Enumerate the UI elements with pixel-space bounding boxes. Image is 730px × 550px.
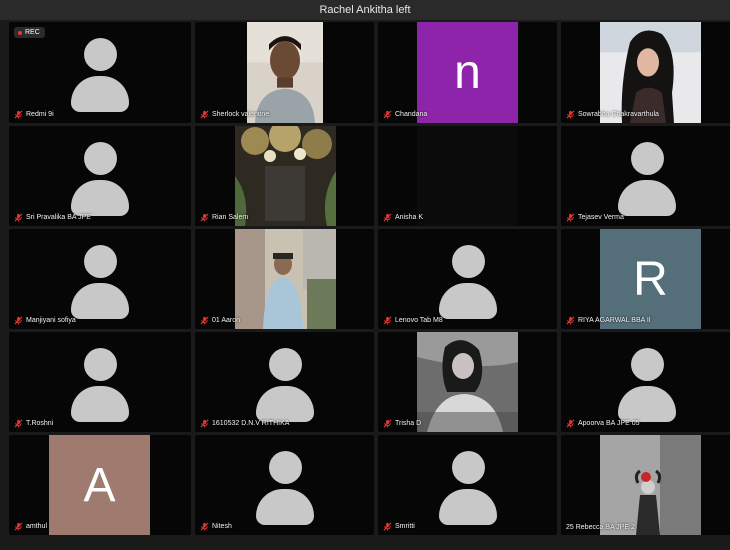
mic-muted-icon xyxy=(14,316,23,325)
video-feed xyxy=(417,332,518,432)
video-feed xyxy=(600,435,701,535)
default-avatar-icon xyxy=(436,237,500,319)
recording-indicator: REC xyxy=(14,27,45,38)
default-avatar-icon xyxy=(68,237,132,319)
video-feed xyxy=(235,229,336,329)
mic-muted-icon xyxy=(383,110,392,119)
participant-name: Sherlock valentine xyxy=(200,110,269,119)
initial-avatar: n xyxy=(417,22,518,123)
participant-name: Tejasev Verma xyxy=(566,213,624,222)
mic-muted-icon xyxy=(383,522,392,531)
participant-tile[interactable]: Sowrabha Chakravarthula xyxy=(561,22,730,123)
participant-tile[interactable]: Anisha K xyxy=(378,126,557,226)
participant-name: Sowrabha Chakravarthula xyxy=(566,110,659,119)
participant-tile[interactable]: A amthul xyxy=(9,435,191,535)
video-feed xyxy=(247,22,323,123)
mic-muted-icon xyxy=(383,316,392,325)
default-avatar-icon xyxy=(253,340,317,422)
participant-grid: REC Redmi 9i Sherlock valentine n Chanda… xyxy=(9,22,730,540)
participant-tile[interactable]: Apoorva BA JPE 05 xyxy=(561,332,730,432)
rec-dot-icon xyxy=(18,30,22,35)
default-avatar-icon xyxy=(253,443,317,525)
participant-name: RIYA AGARWAL BBA II xyxy=(566,316,651,325)
participant-tile[interactable]: 01 Aaron xyxy=(195,229,374,329)
participant-tile[interactable]: Rian Salem xyxy=(195,126,374,226)
mic-muted-icon xyxy=(200,522,209,531)
participant-tile[interactable]: n Chandana xyxy=(378,22,557,123)
rec-label: REC xyxy=(25,29,40,36)
participant-name: Chandana xyxy=(383,110,427,119)
participant-name: Anisha K xyxy=(383,213,423,222)
mic-muted-icon xyxy=(566,316,575,325)
video-feed xyxy=(600,22,701,123)
participant-name: Nitesh xyxy=(200,522,232,531)
default-avatar-icon xyxy=(68,340,132,422)
participant-name: T.Roshni xyxy=(14,419,53,428)
mic-muted-icon xyxy=(200,419,209,428)
mic-muted-icon xyxy=(383,419,392,428)
default-avatar-icon xyxy=(436,443,500,525)
participant-name: 01 Aaron xyxy=(200,316,240,325)
participant-name: Trisha D xyxy=(383,419,421,428)
participant-tile[interactable]: REC Redmi 9i xyxy=(9,22,191,123)
participant-name: 25 Rebecca BA JPE 2 xyxy=(566,524,635,531)
initial-letter: A xyxy=(83,458,116,512)
banner-text: Rachel Ankitha left xyxy=(319,4,411,16)
mic-muted-icon xyxy=(14,522,23,531)
participant-name: Apoorva BA JPE 05 xyxy=(566,419,639,428)
video-feed xyxy=(235,126,336,226)
mic-muted-icon xyxy=(566,419,575,428)
mic-muted-icon xyxy=(200,110,209,119)
participant-tile[interactable]: T.Roshni xyxy=(9,332,191,432)
participant-name: Redmi 9i xyxy=(14,110,54,119)
mic-muted-icon xyxy=(14,110,23,119)
participant-name: Rian Salem xyxy=(200,213,248,222)
default-avatar-icon xyxy=(68,30,132,112)
participant-tile[interactable]: 25 Rebecca BA JPE 2 xyxy=(561,435,730,535)
mic-muted-icon xyxy=(200,213,209,222)
participant-name: 1610532 D.N.V RITHIKA xyxy=(200,419,289,428)
participant-tile[interactable]: 1610532 D.N.V RITHIKA xyxy=(195,332,374,432)
participant-tile[interactable]: Manjiyani sofiya xyxy=(9,229,191,329)
mic-muted-icon xyxy=(383,213,392,222)
participant-name: Smritti xyxy=(383,522,415,531)
participant-tile[interactable]: Nitesh xyxy=(195,435,374,535)
mic-muted-icon xyxy=(566,213,575,222)
mic-muted-icon xyxy=(14,213,23,222)
initial-letter: n xyxy=(454,46,481,99)
participant-tile[interactable]: Sherlock valentine xyxy=(195,22,374,123)
participant-name: Sri Pravalika BA JPE xyxy=(14,213,91,222)
mic-muted-icon xyxy=(14,419,23,428)
participant-tile[interactable]: Trisha D xyxy=(378,332,557,432)
participant-name: amthul xyxy=(14,522,47,531)
video-feed xyxy=(417,126,518,226)
participant-left-banner: Rachel Ankitha left xyxy=(0,0,730,20)
participant-name: Manjiyani sofiya xyxy=(14,316,76,325)
mic-muted-icon xyxy=(200,316,209,325)
participant-tile[interactable]: Tejasev Verma xyxy=(561,126,730,226)
initial-letter: R xyxy=(633,252,668,306)
default-avatar-icon xyxy=(615,340,679,422)
participant-tile[interactable]: Sri Pravalika BA JPE xyxy=(9,126,191,226)
mic-muted-icon xyxy=(566,110,575,119)
default-avatar-icon xyxy=(615,134,679,216)
initial-avatar: R xyxy=(600,229,701,329)
participant-tile[interactable]: Lenovo Tab M8 xyxy=(378,229,557,329)
default-avatar-icon xyxy=(68,134,132,216)
initial-avatar: A xyxy=(49,435,150,535)
participant-tile[interactable]: Smritti xyxy=(378,435,557,535)
participant-tile[interactable]: R RIYA AGARWAL BBA II xyxy=(561,229,730,329)
participant-name: Lenovo Tab M8 xyxy=(383,316,443,325)
